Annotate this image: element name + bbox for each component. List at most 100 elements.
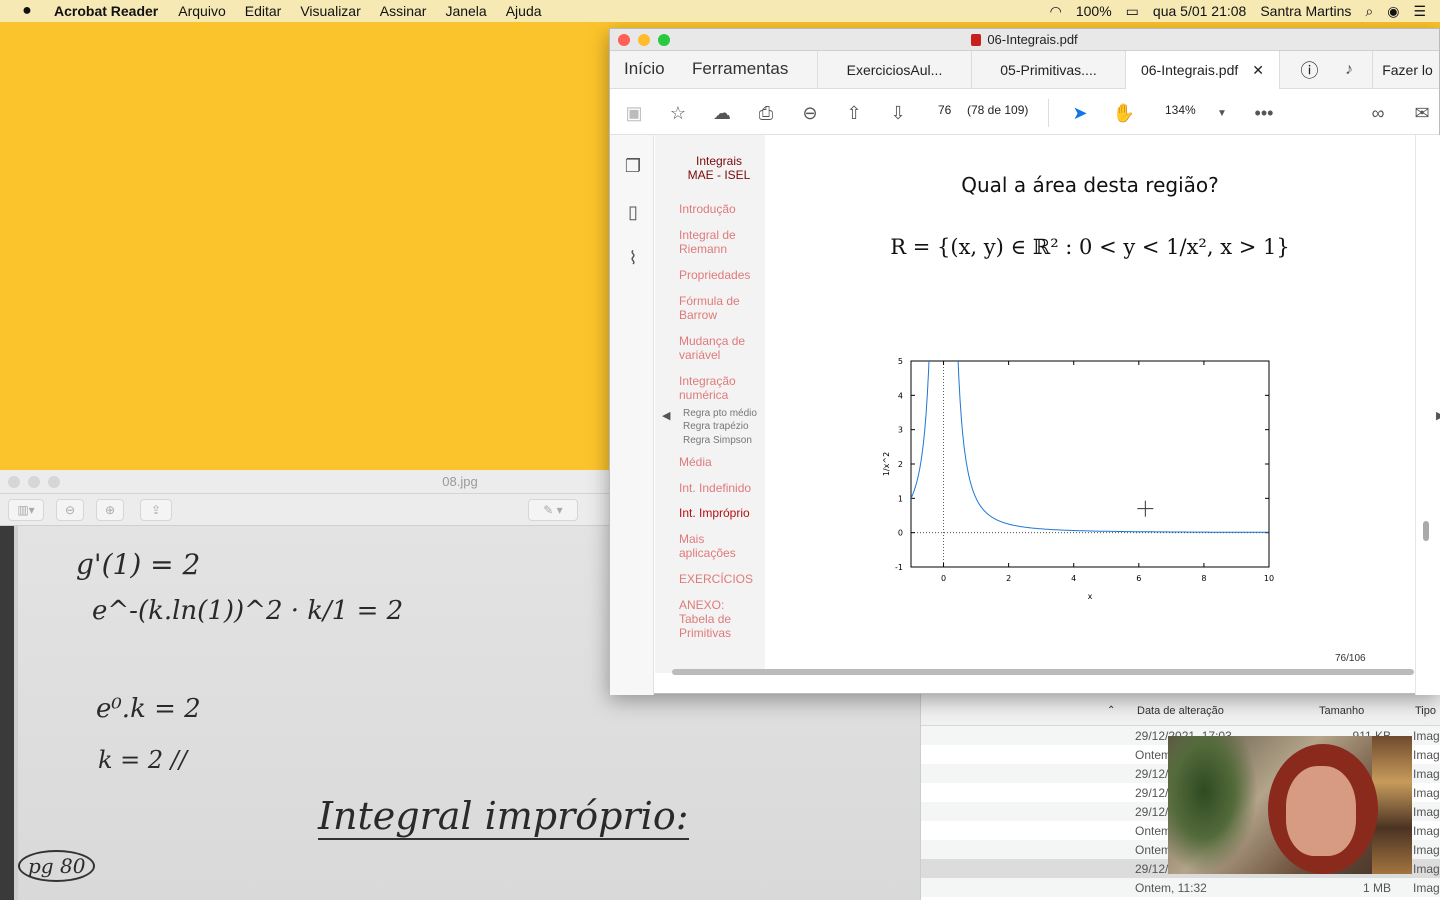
file-type: Imag [1413, 862, 1440, 876]
zoom-dropdown-chevron-icon[interactable]: ▼ [1210, 101, 1234, 125]
tab-exercicios[interactable]: ExerciciosAul... [817, 51, 971, 89]
previous-page-icon[interactable]: ⇧ [842, 101, 866, 125]
slide-nav-item[interactable]: Mudança de variável [679, 334, 745, 362]
file-date: 29/12/ [1135, 767, 1169, 781]
close-tab-icon[interactable]: ✕ [1252, 62, 1264, 79]
file-row[interactable]: Ontem, 11:32 1 MB Imag [921, 878, 1440, 897]
preview-minimize-button[interactable] [28, 476, 40, 488]
more-tools-icon[interactable]: ••• [1252, 101, 1276, 125]
slide-nav-item[interactable]: Propriedades [679, 268, 750, 282]
print-icon[interactable]: ⎙ [754, 101, 778, 125]
slide-nav-item[interactable]: EXERCÍCIOS [679, 572, 753, 586]
window-close-button[interactable] [618, 34, 630, 46]
control-center-icon[interactable]: ☰ [1413, 3, 1426, 20]
menu-visualizar[interactable]: Visualizar [300, 3, 360, 19]
upload-cloud-icon[interactable]: ☁ [710, 101, 734, 125]
menu-arquivo[interactable]: Arquivo [178, 3, 225, 19]
slide-nav-item[interactable]: Introdução [679, 202, 736, 216]
markup-pen-icon[interactable]: ✎ ▾ [528, 499, 578, 521]
attachments-paperclip-icon[interactable]: ⌇ [622, 247, 644, 269]
nav-tools[interactable]: Ferramentas [692, 59, 788, 79]
sidebar-toggle-icon[interactable]: ▥▾ [8, 499, 44, 521]
file-date: Ontem [1135, 824, 1172, 838]
zoom-out-icon[interactable]: ⊖ [56, 499, 84, 521]
slide-header-line: MAE - ISEL [687, 168, 751, 182]
acrobat-titlebar: 06-Integrais.pdf [610, 29, 1439, 51]
window-maximize-button[interactable] [658, 34, 670, 46]
tab-integrais[interactable]: 06-Integrais.pdf ✕ [1125, 51, 1279, 89]
battery-percent[interactable]: 100% [1076, 3, 1112, 19]
nav-home[interactable]: Início [624, 59, 665, 79]
slide-subsection[interactable]: Regra Simpson [683, 434, 752, 448]
hand-tool-icon[interactable]: ✋ [1112, 101, 1136, 125]
zoom-in-icon[interactable]: ⊕ [96, 499, 124, 521]
file-date: 29/12/ [1135, 805, 1169, 819]
user-name[interactable]: Santra Martins [1260, 3, 1351, 19]
slide-nav-item[interactable]: Int. Impróprio [679, 506, 750, 520]
notifications-bell-icon[interactable]: ♪ [1339, 51, 1359, 89]
x-tick-label: 10 [1264, 574, 1274, 583]
file-type: Imag [1413, 729, 1440, 743]
tab-primitivas[interactable]: 05-Primitivas.... [971, 51, 1125, 89]
slide-nav-item[interactable]: Mais aplicações [679, 532, 736, 560]
menu-ajuda[interactable]: Ajuda [506, 3, 542, 19]
apple-icon[interactable]: ● [18, 2, 36, 20]
sort-chevron-icon[interactable]: ⌃ [1107, 705, 1115, 716]
spotlight-search-icon[interactable]: ⌕ [1365, 3, 1373, 20]
bookmark-star-icon[interactable]: ☆ [666, 101, 690, 125]
y-tick-label: 1 [898, 494, 903, 503]
webcam-video [1168, 736, 1412, 874]
collapse-left-arrow-icon[interactable]: ◀ [662, 409, 670, 422]
zoom-level[interactable]: 134% [1165, 103, 1196, 117]
slide-formula: R = {(x, y) ∈ ℝ² : 0 < y < 1/x², x > 1} [890, 235, 1290, 259]
slide-nav-item[interactable]: Média [679, 455, 712, 469]
share-icon[interactable]: ⇪ [140, 499, 172, 521]
vertical-scrollbar[interactable]: ▶ [1415, 135, 1440, 695]
battery-icon[interactable]: ▭ [1126, 3, 1139, 20]
column-date[interactable]: Data de alteração [1137, 705, 1224, 717]
expand-right-arrow-icon[interactable]: ▶ [1436, 409, 1440, 422]
sign-in-button[interactable]: Fazer lo [1372, 51, 1440, 89]
column-type[interactable]: Tipo [1415, 705, 1436, 717]
menu-app-name[interactable]: Acrobat Reader [54, 3, 158, 19]
next-page-icon[interactable]: ⇩ [886, 101, 910, 125]
slide-nav-item[interactable]: Integração numérica [679, 374, 736, 402]
x-tick-label: 0 [941, 574, 946, 583]
zoom-search-icon[interactable]: ⊖ [798, 101, 822, 125]
save-icon[interactable]: ▣ [622, 101, 646, 125]
preview-zoom-button[interactable] [48, 476, 60, 488]
handwriting-line: k = 2 // [98, 746, 187, 774]
slide-nav-item[interactable]: Int. Indefinido [679, 481, 751, 495]
file-type: Imag [1413, 881, 1440, 895]
select-cursor-icon[interactable]: ➤ [1068, 101, 1092, 125]
clock[interactable]: qua 5/01 21:08 [1153, 3, 1246, 19]
file-type: Imag [1413, 767, 1440, 781]
column-size[interactable]: Tamanho [1319, 705, 1364, 717]
preview-close-button[interactable] [8, 476, 20, 488]
page-number-input[interactable]: 76 [938, 103, 951, 117]
file-type: Imag [1413, 843, 1440, 857]
bookmarks-icon[interactable]: ▯ [622, 201, 644, 223]
slide-header: Integrais MAE - ISEL [675, 154, 763, 182]
y-tick-label: -1 [895, 563, 903, 572]
siri-icon[interactable]: ◉ [1387, 3, 1399, 20]
slide-subsection[interactable]: Regra pto médio [683, 407, 757, 421]
share-link-icon[interactable]: ∞ [1366, 101, 1390, 125]
acrobat-window: 06-Integrais.pdf Início Ferramentas Exer… [609, 28, 1440, 695]
y-tick-label: 0 [898, 529, 903, 538]
slide-subsection[interactable]: Regra trapézio [683, 420, 749, 434]
slide-nav-item[interactable]: ANEXO: Tabela de Primitivas [679, 598, 731, 640]
email-icon[interactable]: ✉ [1410, 101, 1434, 125]
slide-nav-item[interactable]: Fórmula de Barrow [679, 294, 740, 322]
window-minimize-button[interactable] [638, 34, 650, 46]
page-thumbnails-icon[interactable]: ❐ [622, 155, 644, 177]
menu-editar[interactable]: Editar [245, 3, 282, 19]
help-icon[interactable]: ⓘ [1279, 51, 1339, 89]
menu-assinar[interactable]: Assinar [380, 3, 427, 19]
wifi-icon[interactable]: ◠ [1050, 3, 1062, 20]
menu-janela[interactable]: Janela [445, 3, 486, 19]
plot-frame [910, 360, 1270, 568]
horizontal-scrollbar[interactable] [672, 669, 1414, 675]
slide-nav-item[interactable]: Integral de Riemann [679, 228, 736, 256]
scrollbar-thumb[interactable] [1423, 521, 1429, 541]
